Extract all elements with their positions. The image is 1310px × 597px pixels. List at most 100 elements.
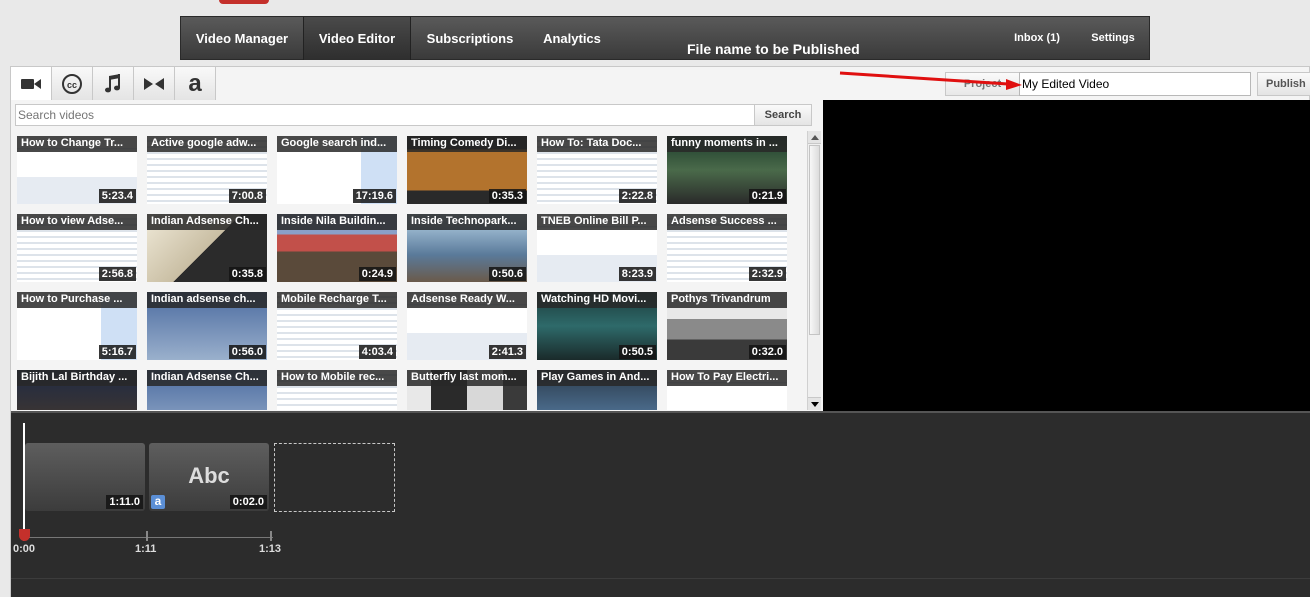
video-duration: 2:32.9 bbox=[748, 267, 786, 281]
video-tile[interactable]: Indian adsense ch... 0:56.0 bbox=[147, 292, 267, 360]
scrollbar-thumb[interactable] bbox=[809, 145, 820, 335]
tab-creative-commons[interactable]: cc bbox=[52, 67, 93, 100]
video-tile[interactable]: Indian Adsense Ch... 0:35.8 bbox=[147, 214, 267, 282]
text-icon: a bbox=[188, 69, 202, 97]
youtube-logo-fragment[interactable] bbox=[219, 0, 269, 4]
creative-commons-icon: cc bbox=[62, 73, 82, 94]
search-videos-input[interactable] bbox=[15, 104, 755, 126]
video-title: Active google adw... bbox=[147, 136, 267, 152]
video-title: Mobile Recharge T... bbox=[277, 292, 397, 308]
nav-inbox-link[interactable]: Inbox (1) bbox=[1001, 17, 1073, 60]
video-title: Google search ind... bbox=[277, 136, 397, 152]
video-duration: 7:00.8 bbox=[228, 189, 266, 203]
nav-tab-subscriptions[interactable]: Subscriptions bbox=[411, 17, 529, 60]
video-duration: 5:23.4 bbox=[98, 189, 136, 203]
video-duration: 8:23.9 bbox=[618, 267, 656, 281]
timeline-clip-video[interactable]: 1:11.0 bbox=[25, 443, 145, 511]
video-duration: 0:35.8 bbox=[228, 267, 266, 281]
video-title: How to view Adse... bbox=[17, 214, 137, 230]
timeline-ruler bbox=[23, 537, 273, 538]
video-tile[interactable]: How To: Tata Doc... 2:22.8 bbox=[537, 136, 657, 204]
tab-transitions[interactable] bbox=[134, 67, 175, 100]
video-title: How to Change Tr... bbox=[17, 136, 137, 152]
tab-videos[interactable] bbox=[11, 67, 52, 100]
project-title-input[interactable] bbox=[1019, 72, 1251, 96]
video-tile[interactable]: How to Change Tr... 5:23.4 bbox=[17, 136, 137, 204]
nav-tab-video-editor[interactable]: Video Editor bbox=[303, 17, 411, 60]
video-tile[interactable]: Adsense Success ... 2:32.9 bbox=[667, 214, 787, 282]
clip-text-preview: Abc bbox=[188, 463, 230, 488]
video-tile[interactable]: How to view Adse... 2:56.8 bbox=[17, 214, 137, 282]
scroll-up-button[interactable] bbox=[808, 131, 821, 144]
publish-button[interactable]: Publish bbox=[1257, 72, 1310, 96]
video-title: Inside Technopark... bbox=[407, 214, 527, 230]
playhead-line[interactable] bbox=[23, 423, 25, 537]
video-tile[interactable]: Play Games in And... bbox=[537, 370, 657, 410]
nav-tab-analytics[interactable]: Analytics bbox=[529, 17, 615, 60]
playhead-handle[interactable] bbox=[19, 529, 30, 541]
video-title: How to Mobile rec... bbox=[277, 370, 397, 386]
video-title: Indian adsense ch... bbox=[147, 292, 267, 308]
search-button[interactable]: Search bbox=[754, 104, 812, 126]
video-tile[interactable]: Google search ind... 17:19.6 bbox=[277, 136, 397, 204]
video-tile[interactable]: Timing Comedy Di... 0:35.3 bbox=[407, 136, 527, 204]
video-tile[interactable]: Inside Technopark... 0:50.6 bbox=[407, 214, 527, 282]
video-tile[interactable]: Butterfly last mom... bbox=[407, 370, 527, 410]
video-duration: 0:32.0 bbox=[748, 345, 786, 359]
video-title: funny moments in ... bbox=[667, 136, 787, 152]
video-tile[interactable]: TNEB Online Bill P... 8:23.9 bbox=[537, 214, 657, 282]
video-preview-player[interactable] bbox=[823, 100, 1310, 411]
video-title: Inside Nila Buildin... bbox=[277, 214, 397, 230]
ruler-label: 1:11 bbox=[135, 543, 157, 555]
video-tile[interactable]: Watching HD Movi... 0:50.5 bbox=[537, 292, 657, 360]
ruler-label: 0:00 bbox=[13, 543, 36, 555]
music-note-icon bbox=[105, 73, 120, 92]
clip-duration: 1:11.0 bbox=[106, 495, 143, 509]
transition-icon bbox=[144, 77, 164, 90]
video-title: Indian Adsense Ch... bbox=[147, 370, 267, 386]
video-title: Play Games in And... bbox=[537, 370, 657, 386]
video-duration: 0:21.9 bbox=[748, 189, 786, 203]
video-duration: 0:35.3 bbox=[488, 189, 526, 203]
video-tile[interactable]: Bijith Lal Birthday ... bbox=[17, 370, 137, 410]
scroll-down-button[interactable] bbox=[808, 397, 821, 410]
tab-text[interactable]: a bbox=[175, 67, 216, 100]
video-title: Watching HD Movi... bbox=[537, 292, 657, 308]
video-title: Adsense Ready W... bbox=[407, 292, 527, 308]
timeline-clip-text[interactable]: Abc a 0:02.0 bbox=[149, 443, 269, 511]
video-tile[interactable]: Inside Nila Buildin... 0:24.9 bbox=[277, 214, 397, 282]
media-type-tabs: cc a bbox=[11, 67, 216, 100]
video-duration: 2:41.3 bbox=[488, 345, 526, 359]
video-tile[interactable]: How To Pay Electri... bbox=[667, 370, 787, 410]
nav-tab-video-manager[interactable]: Video Manager bbox=[181, 17, 303, 60]
video-tile[interactable]: How to Mobile rec... bbox=[277, 370, 397, 410]
video-camera-icon bbox=[21, 78, 41, 89]
video-tile[interactable]: Indian Adsense Ch... bbox=[147, 370, 267, 410]
video-tile[interactable]: How to Purchase ... 5:16.7 bbox=[17, 292, 137, 360]
tab-audio[interactable] bbox=[93, 67, 134, 100]
video-tile[interactable]: Mobile Recharge T... 4:03.4 bbox=[277, 292, 397, 360]
video-tile[interactable]: Adsense Ready W... 2:41.3 bbox=[407, 292, 527, 360]
timeline-drop-slot[interactable] bbox=[274, 443, 395, 512]
video-duration: 5:16.7 bbox=[98, 345, 136, 359]
library-scrollbar[interactable] bbox=[807, 131, 821, 410]
video-tile[interactable]: Pothys Trivandrum 0:32.0 bbox=[667, 292, 787, 360]
video-title: Butterfly last mom... bbox=[407, 370, 527, 386]
video-duration: 0:56.0 bbox=[228, 345, 266, 359]
video-duration: 17:19.6 bbox=[352, 189, 396, 203]
nav-settings-link[interactable]: Settings bbox=[1077, 17, 1149, 60]
video-title: Bijith Lal Birthday ... bbox=[17, 370, 137, 386]
arrow-up-icon bbox=[810, 135, 819, 140]
video-title: How To Pay Electri... bbox=[667, 370, 787, 386]
timeline-panel: 1:11.0 Abc a 0:02.0 0:00 1:11 1:13 bbox=[11, 411, 1310, 597]
video-library-grid: How to Change Tr... 5:23.4 Active google … bbox=[15, 131, 811, 410]
timeline-divider bbox=[11, 578, 1310, 579]
project-button[interactable]: Project bbox=[945, 72, 1020, 96]
ruler-label: 1:13 bbox=[259, 543, 282, 555]
text-clip-icon: a bbox=[151, 495, 165, 509]
video-tile[interactable]: Active google adw... 7:00.8 bbox=[147, 136, 267, 204]
video-title: How to Purchase ... bbox=[17, 292, 137, 308]
ruler-tick bbox=[270, 531, 272, 541]
video-tile[interactable]: funny moments in ... 0:21.9 bbox=[667, 136, 787, 204]
video-title: Pothys Trivandrum bbox=[667, 292, 787, 308]
